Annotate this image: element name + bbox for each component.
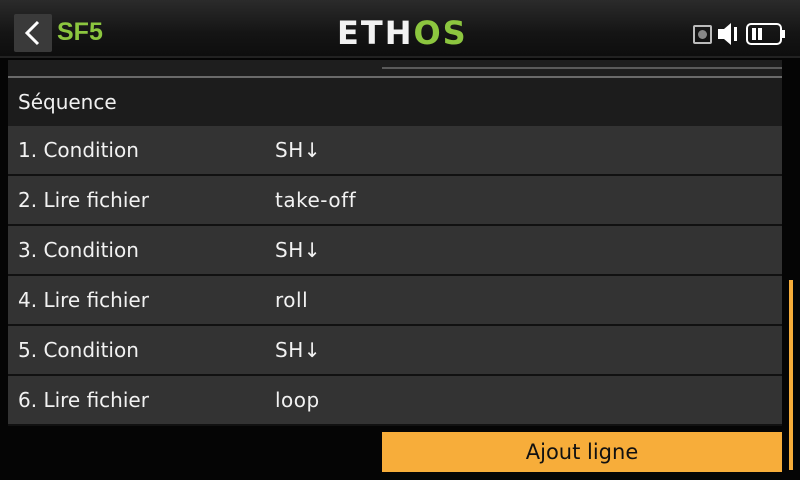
- ethos-logo: ETHOS: [337, 14, 468, 52]
- sequence-row-2[interactable]: 2. Lire fichier take-off: [8, 176, 782, 226]
- battery-icon: [746, 23, 785, 45]
- logo-text-accent: OS: [413, 14, 468, 52]
- row-value: take-off: [275, 188, 357, 212]
- sequence-panel: Séquence 1. Condition SH↓ 2. Lire fichie…: [8, 60, 782, 480]
- sequence-row-3[interactable]: 3. Condition SH↓: [8, 226, 782, 276]
- sequence-row-4[interactable]: 4. Lire fichier roll: [8, 276, 782, 326]
- screen-title: SF5: [57, 18, 103, 46]
- scrollbar[interactable]: [789, 280, 793, 470]
- back-chevron-icon: [24, 20, 40, 46]
- section-header: Séquence: [8, 76, 782, 126]
- row-value: loop: [275, 388, 320, 412]
- sequence-row-6[interactable]: 6. Lire fichier loop: [8, 376, 782, 426]
- row-label: 6. Lire fichier: [18, 388, 149, 412]
- speaker-icon[interactable]: [716, 21, 742, 47]
- row-label: 4. Lire fichier: [18, 288, 149, 312]
- row-value: SH↓: [275, 338, 321, 362]
- sequence-row-5[interactable]: 5. Condition SH↓: [8, 326, 782, 376]
- top-bar: SF5 ETHOS: [0, 0, 800, 58]
- row-label: 3. Condition: [18, 238, 139, 262]
- record-icon: [693, 24, 712, 44]
- sequence-list: 1. Condition SH↓ 2. Lire fichier take-of…: [8, 126, 782, 426]
- row-value: SH↓: [275, 238, 321, 262]
- ethos-screen: SF5 ETHOS Séquence 1. Condition SH↓ 2. L…: [0, 0, 800, 480]
- add-line-button[interactable]: Ajout ligne: [382, 432, 782, 472]
- row-label: 1. Condition: [18, 138, 139, 162]
- sequence-row-1[interactable]: 1. Condition SH↓: [8, 126, 782, 176]
- status-icons: [693, 20, 786, 48]
- row-value: SH↓: [275, 138, 321, 162]
- row-value: roll: [275, 288, 309, 312]
- section-title: Séquence: [18, 90, 117, 114]
- back-button[interactable]: [14, 14, 52, 52]
- row-label: 2. Lire fichier: [18, 188, 149, 212]
- logo-text-main: ETH: [337, 14, 414, 52]
- row-label: 5. Condition: [18, 338, 139, 362]
- previous-field-edge: [8, 60, 782, 76]
